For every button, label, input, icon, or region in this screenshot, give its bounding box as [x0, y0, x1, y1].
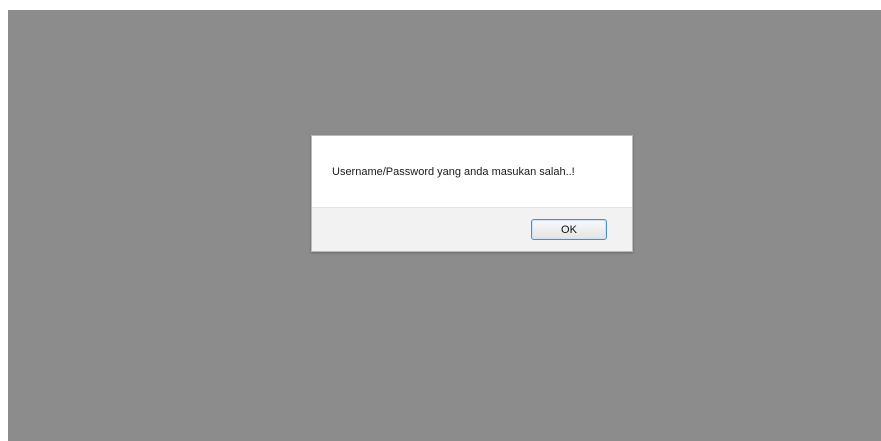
dialog-body: Username/Password yang anda masukan sala…	[312, 136, 632, 207]
ok-button[interactable]: OK	[531, 219, 607, 240]
alert-message: Username/Password yang anda masukan sala…	[332, 166, 575, 178]
dialog-footer: OK	[312, 207, 632, 251]
alert-dialog: Username/Password yang anda masukan sala…	[311, 135, 633, 252]
